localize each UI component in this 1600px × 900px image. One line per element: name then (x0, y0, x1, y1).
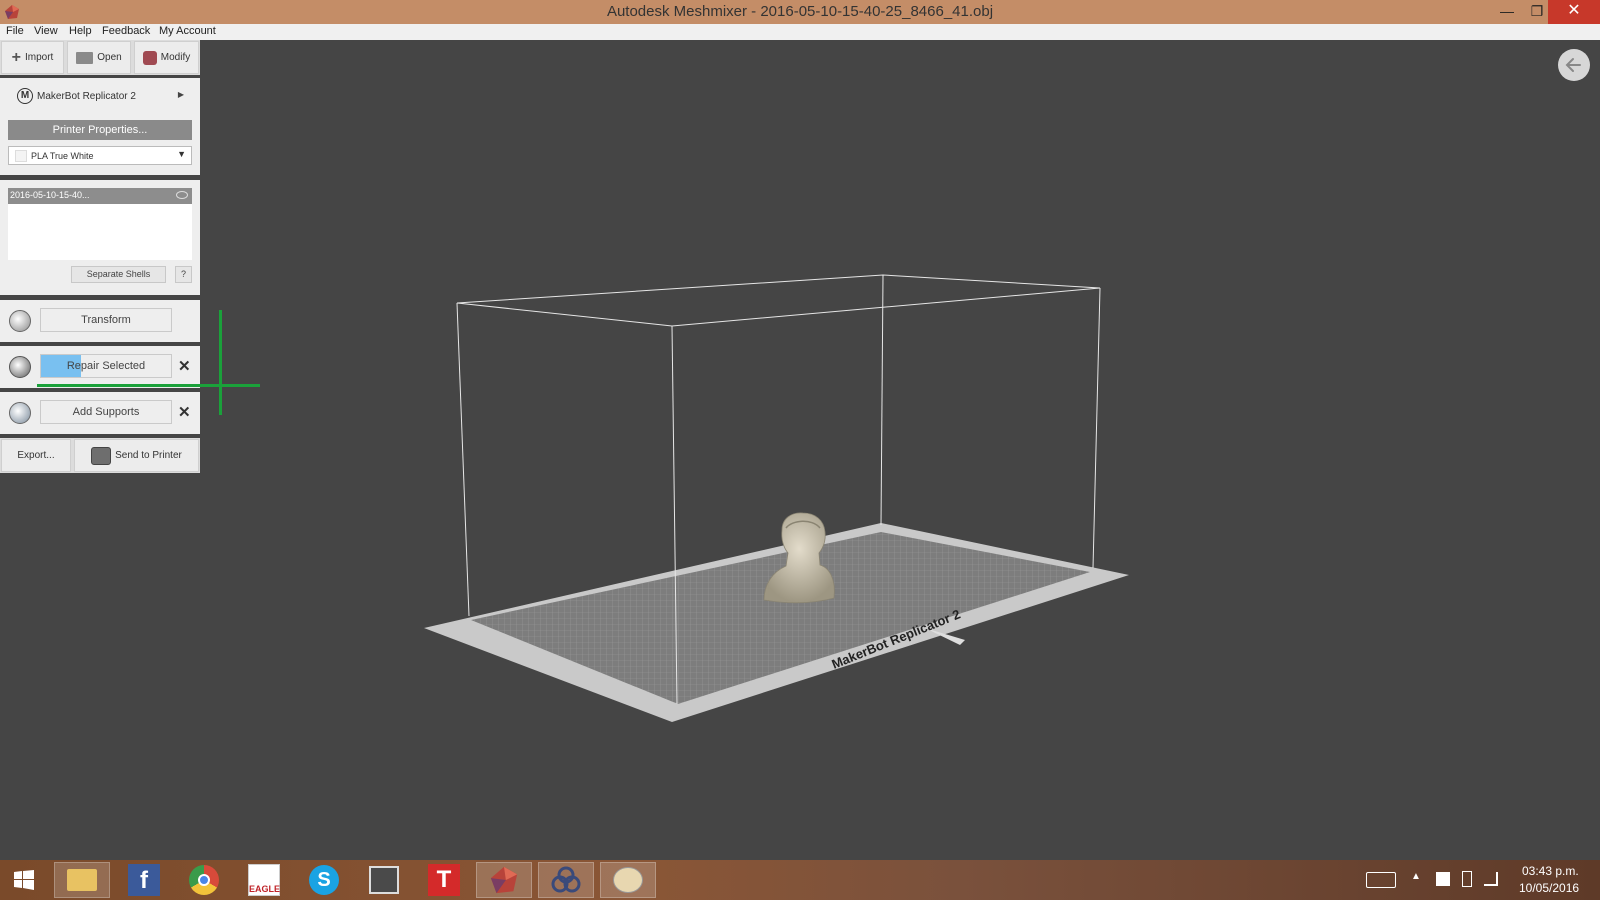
t-app-task[interactable]: T (416, 862, 472, 898)
send-to-printer-button[interactable]: Send to Printer (74, 439, 199, 472)
back-button[interactable] (1558, 49, 1590, 81)
skype-icon: S (309, 865, 339, 895)
import-label: Import (25, 52, 54, 63)
object-list: 2016-05-10-15-40... (8, 188, 192, 260)
supports-icon (9, 402, 31, 424)
chevron-down-icon: ▼ (177, 149, 186, 159)
printer-properties-button[interactable]: Printer Properties... (8, 120, 192, 140)
chevron-right-icon: ▶ (177, 90, 184, 99)
printer-icon (91, 446, 112, 465)
repair-selected-button[interactable]: Repair Selected (40, 354, 172, 378)
eye-icon[interactable] (176, 191, 188, 199)
3d-viewport[interactable]: MakerBot Replicator 2 (0, 40, 1600, 860)
send-to-printer-label: Send to Printer (115, 450, 182, 461)
crosshair-horizontal (37, 384, 260, 387)
file-explorer-icon (67, 869, 97, 891)
import-button[interactable]: + Import (1, 41, 64, 74)
file-explorer-task[interactable] (54, 862, 110, 898)
repair-selected-label: Repair Selected (66, 360, 146, 372)
paint-icon (613, 867, 643, 893)
object-name: 2016-05-10-15-40... (10, 190, 90, 200)
minimize-button[interactable]: — (1492, 0, 1522, 24)
eagle-task[interactable]: EAGLE (236, 862, 292, 898)
circles-app-icon (551, 866, 581, 893)
clock-time[interactable]: 03:43 p.m. (1522, 864, 1579, 878)
open-label: Open (97, 52, 122, 63)
circles-app-task[interactable] (538, 862, 594, 898)
start-icon (14, 870, 34, 890)
bottom-actions: Export... Send to Printer (0, 438, 200, 473)
show-hidden-icons-icon[interactable]: ▲ (1411, 871, 1421, 882)
presentation-task[interactable] (356, 862, 412, 898)
start-button[interactable] (2, 862, 46, 898)
makerbot-logo-icon: M (17, 88, 33, 104)
printer-panel: M MakerBot Replicator 2 ▶ Printer Proper… (0, 78, 200, 175)
scene-canvas[interactable]: MakerBot Replicator 2 (0, 40, 1600, 860)
taskbar: f EAGLE S T ▲ 03:43 p.m. 10/05/2016 (0, 860, 1600, 900)
chrome-task[interactable] (176, 862, 232, 898)
crosshair-vertical (219, 310, 222, 415)
folder-icon (76, 51, 94, 64)
chrome-icon (189, 865, 219, 895)
help-button[interactable]: ? (175, 266, 192, 283)
facebook-icon: f (128, 864, 160, 896)
modify-label: Modify (160, 52, 191, 63)
add-supports-button[interactable]: Add Supports (40, 400, 172, 424)
repair-row: Repair Selected ✕ (0, 346, 200, 388)
facebook-task[interactable]: f (116, 862, 172, 898)
eagle-icon: EAGLE (248, 864, 280, 896)
clock-date[interactable]: 10/05/2016 (1519, 881, 1579, 895)
transform-gizmo-icon (9, 310, 31, 332)
menu-feedback[interactable]: Feedback (102, 25, 150, 37)
material-label: PLA True White (31, 151, 94, 161)
menu-view[interactable]: View (34, 25, 58, 37)
menu-bar: File View Help Feedback My Account (0, 24, 1600, 40)
keyboard-icon[interactable] (1366, 872, 1396, 888)
close-repair-icon[interactable]: ✕ (178, 357, 191, 375)
material-swatch (15, 150, 27, 162)
object-list-item[interactable]: 2016-05-10-15-40... (8, 188, 192, 204)
menu-file[interactable]: File (6, 25, 24, 37)
meshmixer-task[interactable] (476, 862, 532, 898)
window-title: Autodesk Meshmixer - 2016-05-10-15-40-25… (606, 3, 994, 20)
transform-button[interactable]: Transform (40, 308, 172, 332)
paint-task[interactable] (600, 862, 656, 898)
close-supports-icon[interactable]: ✕ (178, 403, 191, 421)
export-button[interactable]: Export... (1, 439, 71, 472)
presentation-icon (369, 866, 399, 894)
skype-task[interactable]: S (296, 862, 352, 898)
t-app-icon: T (428, 864, 460, 896)
open-button[interactable]: Open (67, 41, 131, 74)
meshmixer-icon (490, 866, 518, 894)
close-button[interactable]: ✕ (1548, 0, 1600, 24)
menu-my-account[interactable]: My Account (159, 25, 216, 37)
top-toolbar: + Import Open Modify (0, 40, 200, 75)
supports-row: Add Supports ✕ (0, 392, 200, 434)
battery-icon[interactable] (1462, 871, 1472, 887)
modify-button[interactable]: Modify (134, 41, 199, 74)
separate-shells-button[interactable]: Separate Shells (71, 266, 166, 283)
arrow-left-icon (1565, 58, 1581, 72)
material-select[interactable]: PLA True White ▼ (8, 146, 192, 165)
modify-cube-icon (142, 50, 157, 65)
menu-help[interactable]: Help (69, 25, 92, 37)
repair-sphere-icon (9, 356, 31, 378)
objects-panel: 2016-05-10-15-40... Separate Shells ? (0, 180, 200, 295)
title-bar: Autodesk Meshmixer - 2016-05-10-15-40-25… (0, 0, 1600, 24)
action-center-icon[interactable] (1436, 872, 1450, 886)
printer-name: MakerBot Replicator 2 (37, 91, 136, 102)
printer-selector[interactable]: M MakerBot Replicator 2 ▶ (8, 88, 192, 108)
network-signal-icon[interactable] (1484, 872, 1498, 886)
plus-icon: + (11, 48, 21, 66)
transform-row: Transform (0, 300, 200, 342)
